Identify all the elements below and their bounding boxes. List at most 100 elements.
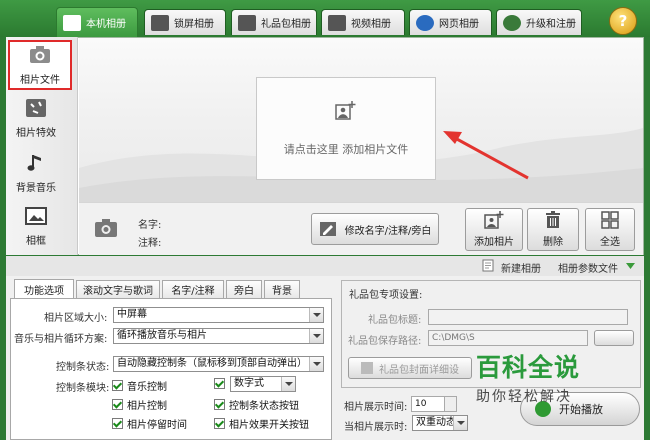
- numeric-checkbox[interactable]: [214, 378, 225, 389]
- gift-settings-title: 礼品包专项设置:: [349, 290, 423, 301]
- tab-upgrade-register[interactable]: 升级和注册: [496, 9, 582, 35]
- control-state-select[interactable]: 自动隐藏控制条（鼠标移到顶部自动弹出）: [113, 356, 324, 372]
- control-state-value: 自动隐藏控制条（鼠标移到顶部自动弹出）: [117, 358, 307, 369]
- gift-title-input[interactable]: [428, 309, 628, 325]
- gift-cover-settings-button[interactable]: 礼品包封面详细设: [348, 357, 472, 379]
- album-params-file-menu[interactable]: 相册参数文件: [558, 260, 618, 275]
- select-all-label: 全选: [600, 237, 620, 248]
- sidebar-item-background-music[interactable]: 背景音乐: [4, 148, 68, 198]
- display-mode-value: 双重动态: [416, 417, 456, 428]
- tab-label: 网页相册: [439, 19, 479, 30]
- loop-scheme-value: 循环播放音乐与相片: [117, 330, 207, 341]
- gift-icon: [361, 362, 373, 374]
- display-mode-label: 当相片展示时:: [344, 422, 408, 433]
- tab-background[interactable]: 背景: [264, 280, 300, 298]
- checkbox-label: 控制条状态按钮: [229, 401, 299, 412]
- display-time-input[interactable]: 10: [411, 396, 457, 412]
- display-mode-select[interactable]: 双重动态: [412, 415, 468, 431]
- help-button[interactable]: ?: [609, 7, 637, 35]
- tab-label: 升级和注册: [526, 19, 576, 30]
- gift-path-label: 礼品包保存路径:: [348, 336, 422, 347]
- sidebar-item-label: 背景音乐: [16, 182, 56, 194]
- area-size-label: 相片区域大小:: [44, 313, 108, 324]
- tab-gift-album[interactable]: 礼品包相册: [231, 9, 317, 35]
- tab-web-album[interactable]: 网页相册: [409, 9, 492, 35]
- music-control-checkbox[interactable]: 音乐控制: [112, 378, 167, 393]
- camera-icon: [30, 45, 50, 63]
- sidebar-item-photo-files[interactable]: 相片文件: [8, 40, 72, 90]
- globe-icon: [503, 14, 521, 31]
- tab-lockscreen-album[interactable]: 锁屏相册: [144, 9, 226, 35]
- tab-label: 锁屏相册: [174, 19, 214, 30]
- tab-name-note[interactable]: 名字/注释: [162, 280, 224, 298]
- film-icon: [328, 14, 346, 31]
- chevron-down-icon[interactable]: [626, 263, 635, 269]
- checkbox-label: 相片停留时间: [127, 420, 187, 431]
- tab-narration[interactable]: 旁白: [226, 280, 262, 298]
- numeric-style-value: 数字式: [234, 378, 264, 389]
- control-state-label: 控制条状态:: [56, 362, 110, 373]
- browse-button[interactable]: [594, 330, 634, 346]
- gift-cover-label: 礼品包封面详细设: [379, 364, 459, 376]
- watermark-subtitle: 助你轻松解决: [476, 389, 572, 405]
- help-icon: ?: [618, 12, 628, 30]
- numeric-style-select[interactable]: 数字式: [230, 376, 296, 392]
- subtab-label: 背景: [272, 286, 292, 297]
- sidebar-item-frame[interactable]: 相框: [4, 201, 68, 251]
- checkbox-label: 相片控制: [127, 401, 167, 412]
- photo-control-checkbox[interactable]: 相片控制: [112, 397, 167, 412]
- edit-button-label: 修改名字/注释/旁白: [344, 225, 432, 237]
- new-album-link[interactable]: 新建相册: [501, 260, 541, 275]
- effects-icon: [26, 98, 46, 117]
- area-size-value: 中屏幕: [117, 309, 147, 320]
- display-time-label: 相片展示时间:: [344, 402, 408, 413]
- note-label: 注释:: [138, 238, 162, 249]
- photo-album-icon: [63, 14, 81, 31]
- subtab-label: 滚动文字与歌词: [83, 286, 153, 297]
- add-photo-label: 添加相片: [474, 237, 514, 248]
- photo-dwell-time-checkbox[interactable]: 相片停留时间: [112, 416, 187, 431]
- gift-title-label: 礼品包标题:: [368, 315, 422, 326]
- tab-video-album[interactable]: 视频相册: [321, 9, 405, 35]
- camera-icon: [95, 219, 117, 237]
- control-state-button-checkbox[interactable]: 控制条状态按钮: [214, 397, 299, 412]
- tab-label: 本机相册: [86, 19, 126, 30]
- name-label: 名字:: [138, 220, 162, 231]
- photo-effect-toggle-checkbox[interactable]: 相片效果开关按钮: [214, 416, 309, 431]
- document-icon: [482, 259, 494, 272]
- select-all-button[interactable]: 全选: [585, 208, 635, 251]
- watermark: 百科全说 助你轻松解决: [476, 348, 626, 408]
- tab-function-options[interactable]: 功能选项: [14, 279, 74, 299]
- area-size-select[interactable]: 中屏幕: [113, 307, 324, 323]
- add-photo-button[interactable]: 添加相片: [465, 208, 523, 251]
- album-strip: [6, 256, 644, 277]
- monitor-icon: [151, 14, 169, 31]
- tab-label: 视频相册: [351, 19, 391, 30]
- tab-local-album[interactable]: 本机相册: [56, 7, 138, 37]
- sidebar-item-label: 相框: [26, 235, 46, 247]
- edit-name-note-button[interactable]: 修改名字/注释/旁白: [311, 213, 439, 245]
- watermark-title: 百科全说: [476, 353, 581, 382]
- music-note-icon: [27, 154, 41, 171]
- checkbox-label: 相片效果开关按钮: [229, 420, 309, 431]
- delete-button[interactable]: 删除: [527, 208, 579, 251]
- spinner-icon[interactable]: [444, 397, 456, 411]
- trash-icon: [546, 211, 560, 228]
- loop-scheme-label: 音乐与相片循环方案:: [14, 334, 108, 345]
- gift-path-value: C:\DMG\S: [432, 333, 475, 343]
- control-module-label: 控制条模块:: [56, 383, 110, 394]
- tab-label: 礼品包相册: [261, 19, 311, 30]
- gift-icon: [238, 14, 256, 31]
- loop-scheme-select[interactable]: 循环播放音乐与相片: [113, 328, 324, 344]
- subtab-label: 名字/注释: [171, 286, 215, 297]
- gift-path-input[interactable]: C:\DMG\S: [428, 330, 588, 346]
- frame-icon: [25, 206, 47, 225]
- grid-icon: [601, 211, 619, 229]
- add-image-icon: [335, 100, 356, 120]
- sidebar-item-photo-effects[interactable]: 相片特效: [4, 93, 68, 143]
- add-image-icon: [484, 211, 504, 229]
- add-photo-area[interactable]: 请点击这里 添加相片文件: [256, 77, 436, 180]
- subtab-label: 功能选项: [24, 286, 64, 297]
- delete-label: 删除: [543, 237, 563, 248]
- tab-scrolling-text-lyrics[interactable]: 滚动文字与歌词: [76, 280, 160, 298]
